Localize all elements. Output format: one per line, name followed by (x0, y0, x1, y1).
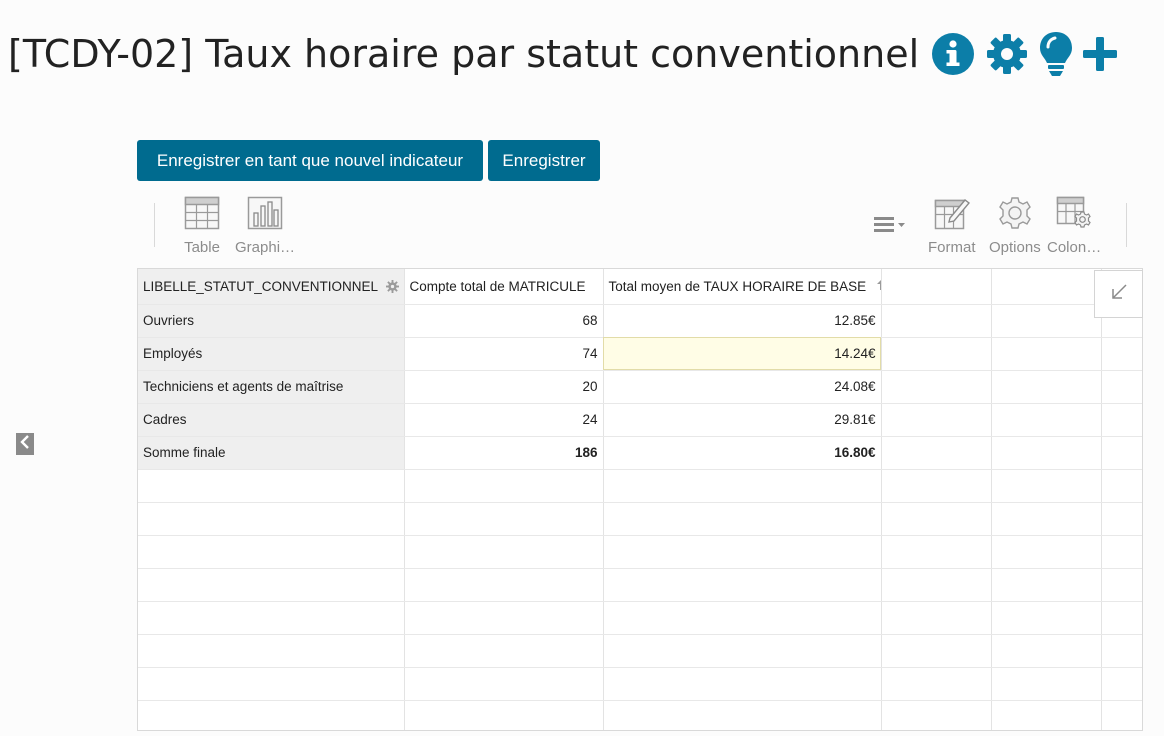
empty-cell (881, 436, 992, 470)
empty-row (138, 568, 1142, 602)
empty-row (138, 535, 1142, 569)
columns-button[interactable]: Colon… (1047, 196, 1101, 256)
row-header-label: LIBELLE_STATUT_CONVENTIONNEL (143, 278, 379, 294)
columns-settings-icon (1056, 196, 1092, 230)
table-row[interactable]: Cadres 24 29.81€ (138, 403, 1142, 437)
arrow-down-left-icon (1109, 282, 1129, 307)
avg-cell-highlighted[interactable]: 14.24€ (603, 337, 882, 371)
empty-cell (1101, 337, 1142, 371)
plus-icon[interactable] (1083, 32, 1118, 76)
avg-cell[interactable]: 24.08€ (603, 370, 882, 404)
title-icons (931, 31, 1118, 77)
table-row[interactable]: Techniciens et agents de maîtrise 20 24.… (138, 370, 1142, 404)
empty-cell (881, 370, 992, 404)
save-button[interactable]: Enregistrer (488, 140, 600, 181)
empty-cell (1101, 370, 1142, 404)
column-header-count-label: Compte total de MATRICULE (409, 278, 586, 294)
pivot-table: LIBELLE_STATUT_CONVENTIONNEL Compte tota… (137, 268, 1143, 731)
total-avg-cell[interactable]: 16.80€ (603, 436, 882, 470)
empty-row (138, 634, 1142, 668)
row-label: Techniciens et agents de maîtrise (138, 370, 405, 404)
row-header-gear-icon[interactable] (385, 279, 399, 293)
count-cell[interactable]: 68 (404, 304, 604, 338)
toolbar-divider-left (154, 203, 155, 247)
empty-cell (991, 370, 1102, 404)
table-label: Table (184, 239, 220, 256)
row-label: Ouvriers (138, 304, 405, 338)
empty-row (138, 667, 1142, 701)
header-row: LIBELLE_STATUT_CONVENTIONNEL Compte tota… (138, 269, 1142, 305)
expand-panel-button[interactable] (16, 433, 34, 455)
chart-view-button[interactable]: Graphi… (235, 196, 295, 256)
options-label: Options (989, 239, 1041, 256)
empty-row (138, 502, 1142, 536)
table-view-button[interactable]: Table (184, 196, 220, 256)
menu-dropdown-icon (873, 215, 907, 233)
options-gear-icon (997, 196, 1033, 230)
toolbar-divider-right (1126, 203, 1127, 247)
chart-label: Graphi… (235, 239, 296, 256)
total-count-cell[interactable]: 186 (404, 436, 604, 470)
empty-cell (991, 337, 1102, 371)
empty-row (138, 700, 1142, 730)
chevron-left-icon (19, 434, 31, 455)
row-label: Employés (138, 337, 405, 371)
menu-dropdown-button[interactable] (873, 215, 907, 233)
avg-cell[interactable]: 12.85€ (603, 304, 882, 338)
format-button[interactable]: Format (928, 196, 976, 256)
count-cell[interactable]: 74 (404, 337, 604, 371)
empty-cell (991, 436, 1102, 470)
total-row[interactable]: Somme finale 186 16.80€ (138, 436, 1142, 470)
empty-cell (991, 403, 1102, 437)
format-icon (934, 196, 970, 230)
count-cell[interactable]: 20 (404, 370, 604, 404)
bar-chart-icon (247, 196, 283, 230)
avg-cell[interactable]: 29.81€ (603, 403, 882, 437)
format-label: Format (928, 239, 976, 256)
empty-header-cell (881, 269, 992, 305)
empty-cell (1101, 403, 1142, 437)
column-header-count[interactable]: Compte total de MATRICULE (404, 269, 604, 305)
table-row[interactable]: Ouvriers 68 12.85€ (138, 304, 1142, 338)
empty-cell (1101, 436, 1142, 470)
empty-cell (881, 403, 992, 437)
empty-row (138, 469, 1142, 503)
row-header-cell[interactable]: LIBELLE_STATUT_CONVENTIONNEL (138, 269, 405, 305)
empty-cell (881, 337, 992, 371)
empty-header-cell (991, 269, 1102, 305)
table-icon (184, 196, 220, 230)
empty-cell (881, 304, 992, 338)
info-icon[interactable] (931, 32, 975, 76)
column-header-avg[interactable]: Total moyen de TAUX HORAIRE DE BASE (603, 269, 882, 305)
columns-label: Colon… (1047, 239, 1102, 256)
gear-icon[interactable] (985, 32, 1029, 76)
table-row[interactable]: Employés 74 14.24€ (138, 337, 1142, 371)
options-button[interactable]: Options (989, 196, 1041, 256)
column-header-avg-label: Total moyen de TAUX HORAIRE DE BASE (608, 278, 867, 294)
lightbulb-icon[interactable] (1039, 31, 1073, 77)
empty-row (138, 601, 1142, 635)
row-label: Cadres (138, 403, 405, 437)
count-cell[interactable]: 24 (404, 403, 604, 437)
page-title-bar: [TCDY-02] Taux horaire par statut conven… (8, 26, 1118, 82)
sort-ascending-icon[interactable] (876, 279, 880, 291)
save-as-new-indicator-button[interactable]: Enregistrer en tant que nouvel indicateu… (137, 140, 483, 181)
page-title: [TCDY-02] Taux horaire par statut conven… (8, 32, 920, 76)
collapse-button[interactable] (1094, 270, 1143, 318)
total-label: Somme finale (138, 436, 405, 470)
empty-cell (991, 304, 1102, 338)
